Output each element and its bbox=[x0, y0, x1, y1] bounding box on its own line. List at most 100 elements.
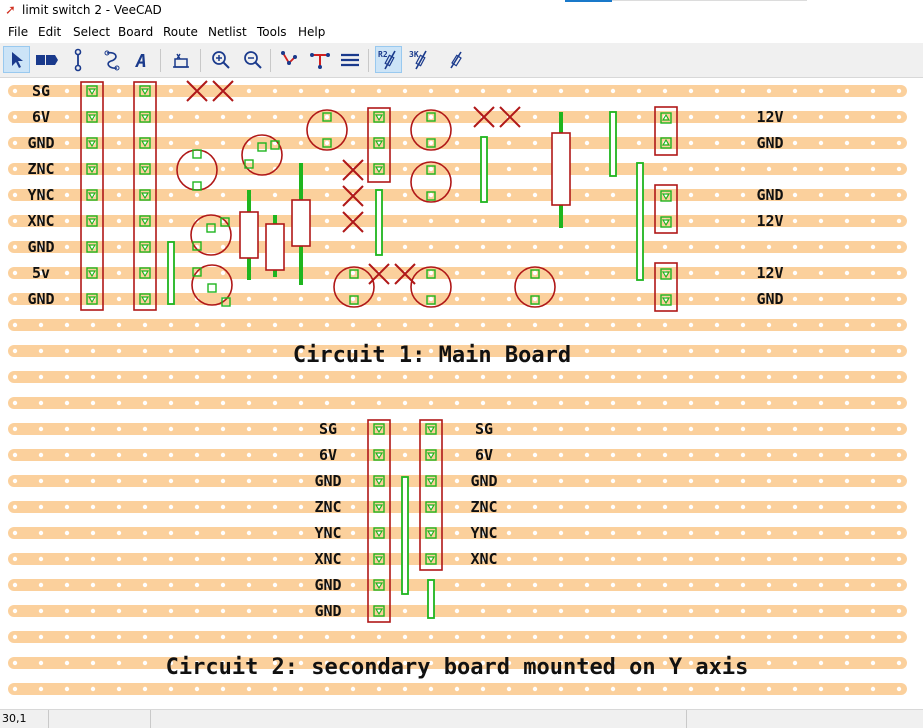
strip-hole bbox=[662, 88, 668, 94]
net-trace-button[interactable] bbox=[276, 46, 303, 73]
strip-hole bbox=[194, 504, 200, 510]
strip-hole bbox=[142, 608, 148, 614]
strip-hole bbox=[90, 322, 96, 328]
strip-hole bbox=[272, 608, 278, 614]
resistor-3k-tool-button[interactable]: 3K bbox=[406, 46, 433, 73]
strip-hole bbox=[12, 166, 18, 172]
stripboard-svg[interactable]: SG 6V GND ZNC YNC XNC GND 5v GND 12V GND GND 12V 12V G… bbox=[0, 78, 923, 705]
menu-route[interactable]: Route bbox=[163, 25, 198, 39]
strip-hole bbox=[870, 634, 876, 640]
wire-link bbox=[375, 189, 383, 256]
connectivity-button[interactable] bbox=[306, 46, 333, 73]
strip-hole bbox=[194, 374, 200, 380]
strip-hole bbox=[350, 140, 356, 146]
strip-hole bbox=[12, 582, 18, 588]
strip-hole bbox=[12, 452, 18, 458]
strip-hole bbox=[324, 270, 330, 276]
strip-hole bbox=[168, 608, 174, 614]
left-net-label: GND bbox=[27, 134, 54, 152]
link-tool-button[interactable] bbox=[64, 46, 91, 73]
strip-hole bbox=[168, 140, 174, 146]
strip-hole bbox=[402, 608, 408, 614]
strip-hole bbox=[610, 218, 616, 224]
strip-hole bbox=[610, 608, 616, 614]
pen-tool-button[interactable] bbox=[442, 46, 469, 73]
strip-hole bbox=[142, 322, 148, 328]
strip-hole bbox=[610, 374, 616, 380]
strip-hole bbox=[220, 244, 226, 250]
strip-hole bbox=[298, 322, 304, 328]
strip-hole bbox=[844, 322, 850, 328]
strip-hole bbox=[766, 348, 772, 354]
strip-hole bbox=[740, 530, 746, 536]
strip-hole bbox=[740, 218, 746, 224]
left-net-label: GND bbox=[27, 238, 54, 256]
text-tool-button[interactable]: A bbox=[128, 46, 155, 73]
menu-tools[interactable]: Tools bbox=[257, 25, 287, 39]
title-accent-bar bbox=[565, 0, 612, 2]
strip-hole bbox=[584, 452, 590, 458]
right-net-label: 12V bbox=[756, 212, 783, 230]
strip-hole bbox=[532, 530, 538, 536]
strip-hole bbox=[376, 374, 382, 380]
menu-select[interactable]: Select bbox=[73, 25, 110, 39]
zoom-out-button[interactable] bbox=[239, 46, 266, 73]
strip-hole bbox=[558, 88, 564, 94]
strip-hole bbox=[64, 192, 70, 198]
menu-netlist[interactable]: Netlist bbox=[208, 25, 247, 39]
strip-hole bbox=[818, 426, 824, 432]
strip-hole bbox=[844, 686, 850, 692]
strip-hole bbox=[688, 166, 694, 172]
strip-hole bbox=[116, 452, 122, 458]
resistor-tool-button[interactable]: R2 bbox=[375, 46, 402, 73]
component-tool-button[interactable] bbox=[33, 46, 60, 73]
strip-hole bbox=[90, 400, 96, 406]
strip-hole bbox=[558, 530, 564, 536]
strip-hole bbox=[64, 218, 70, 224]
strip-hole bbox=[12, 504, 18, 510]
wire-link bbox=[480, 136, 488, 203]
menu-file[interactable]: File bbox=[8, 25, 28, 39]
arrow-pointer-icon bbox=[11, 51, 23, 68]
strip-hole bbox=[636, 608, 642, 614]
strip-hole bbox=[454, 192, 460, 198]
strip-hole bbox=[454, 582, 460, 588]
select-tool-button[interactable] bbox=[3, 46, 30, 73]
strip-hole bbox=[194, 140, 200, 146]
right-net-label: 12V bbox=[756, 264, 783, 282]
strip-hole bbox=[116, 140, 122, 146]
strip-hole bbox=[480, 374, 486, 380]
strip-hole bbox=[64, 478, 70, 484]
menu-help[interactable]: Help bbox=[298, 25, 325, 39]
stripboard-canvas[interactable]: SG 6V GND ZNC YNC XNC GND 5v GND 12V GND GND 12V 12V G… bbox=[0, 78, 923, 705]
strip-hole bbox=[844, 478, 850, 484]
strip-hole bbox=[844, 140, 850, 146]
strip-hole bbox=[818, 88, 824, 94]
strip-hole bbox=[740, 504, 746, 510]
resistor-body bbox=[265, 223, 285, 271]
wire-tool-button[interactable] bbox=[99, 46, 126, 73]
menu-edit[interactable]: Edit bbox=[38, 25, 61, 39]
strip-hole bbox=[714, 452, 720, 458]
zoom-in-button[interactable] bbox=[207, 46, 234, 73]
strip-hole bbox=[272, 88, 278, 94]
strip-hole bbox=[220, 192, 226, 198]
strip-hole bbox=[402, 426, 408, 432]
break-tool-button[interactable] bbox=[167, 46, 194, 73]
strip-hole bbox=[844, 114, 850, 120]
strip-hole bbox=[168, 686, 174, 692]
menu-board[interactable]: Board bbox=[118, 25, 153, 39]
strips-button[interactable] bbox=[336, 46, 363, 73]
strip-hole bbox=[428, 296, 434, 302]
strip-hole bbox=[324, 114, 330, 120]
secondary-left-net-label: YNC bbox=[314, 524, 341, 542]
strip-hole bbox=[194, 166, 200, 172]
strip-hole bbox=[194, 556, 200, 562]
strip-hole bbox=[350, 478, 356, 484]
strip-hole bbox=[64, 530, 70, 536]
strip-hole bbox=[246, 504, 252, 510]
strip-hole bbox=[610, 452, 616, 458]
right-net-label: 12V bbox=[756, 108, 783, 126]
strip-hole bbox=[350, 634, 356, 640]
strip-hole bbox=[558, 686, 564, 692]
